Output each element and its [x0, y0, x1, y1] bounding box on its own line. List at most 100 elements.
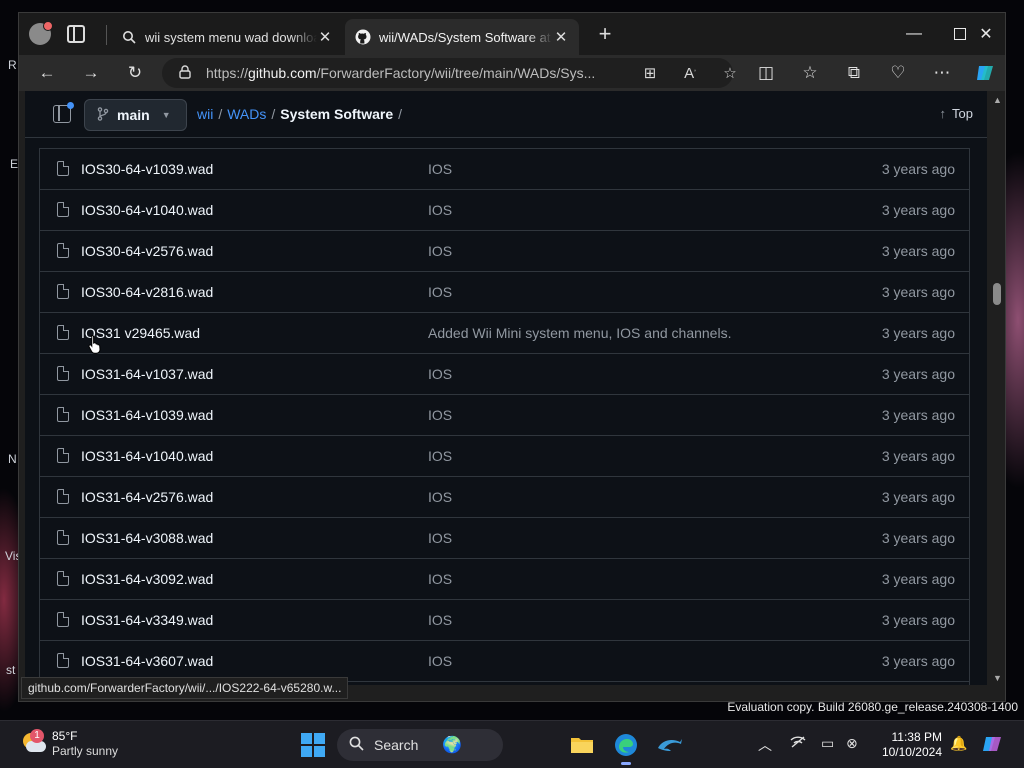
- weather-widget[interactable]: 1 85°F Partly sunny: [20, 729, 118, 759]
- file-name-link[interactable]: IOS31-64-v3092.wad: [81, 571, 213, 587]
- scrollbar-thumb[interactable]: [993, 283, 1001, 305]
- file-row[interactable]: IOS30-64-v2816.wad IOS 3 years ago: [40, 271, 969, 312]
- commit-message-link[interactable]: IOS: [428, 407, 452, 423]
- file-row[interactable]: IOS31 v29465.wad Added Wii Mini system m…: [40, 312, 969, 353]
- desktop-icon-label: N: [8, 452, 17, 466]
- github-icon: [355, 29, 371, 45]
- breadcrumb-link-wads[interactable]: WADs: [227, 106, 266, 122]
- file-row[interactable]: IOS31-64-v1039.wad IOS 3 years ago: [40, 394, 969, 435]
- commit-message-link[interactable]: IOS: [428, 530, 452, 546]
- file-name-link[interactable]: IOS30-64-v1040.wad: [81, 202, 213, 218]
- file-row[interactable]: IOS31-64-v1037.wad IOS 3 years ago: [40, 353, 969, 394]
- close-tab-icon[interactable]: ✕: [317, 28, 333, 46]
- commit-message-link[interactable]: IOS: [428, 612, 452, 628]
- file-name-link[interactable]: IOS30-64-v1039.wad: [81, 161, 213, 177]
- back-icon[interactable]: ←: [33, 59, 61, 87]
- volume-muted-icon[interactable]: ⊗: [846, 735, 858, 752]
- file-row[interactable]: IOS30-64-v2576.wad IOS 3 years ago: [40, 230, 969, 271]
- file-icon: [57, 612, 69, 627]
- file-name-link[interactable]: IOS31-64-v3607.wad: [81, 653, 213, 669]
- commit-message-link[interactable]: IOS: [428, 448, 452, 464]
- chevron-down-icon: ▼: [161, 110, 171, 120]
- minimize-icon[interactable]: —: [891, 21, 937, 47]
- copilot-taskbar-icon[interactable]: [982, 733, 1004, 758]
- url-path: /ForwarderFactory/wii/tree/main/WADs/Sys…: [316, 65, 596, 81]
- commit-age: 3 years ago: [881, 571, 955, 587]
- file-name-link[interactable]: IOS31-64-v2576.wad: [81, 489, 213, 505]
- sidebar-toggle-icon[interactable]: [53, 102, 74, 123]
- tab-github[interactable]: wii/WADs/System Software at ma ✕: [345, 19, 579, 55]
- read-aloud-icon[interactable]: Aʼ: [676, 58, 704, 88]
- commit-message-link[interactable]: IOS: [428, 202, 452, 218]
- file-row[interactable]: IOS30-64-v1040.wad IOS 3 years ago: [40, 189, 969, 230]
- search-icon: [349, 736, 364, 755]
- file-row[interactable]: IOS31-64-v3607.wad IOS 3 years ago: [40, 640, 969, 681]
- commit-message-link[interactable]: IOS: [428, 243, 452, 259]
- clock-date: 10/10/2024: [881, 745, 942, 759]
- collections-icon[interactable]: ⧉: [840, 59, 868, 87]
- file-icon: [57, 448, 69, 463]
- file-name-link[interactable]: IOS31-64-v1039.wad: [81, 407, 213, 423]
- close-tab-icon[interactable]: ✕: [553, 28, 569, 46]
- breadcrumb-link-wii[interactable]: wii: [197, 106, 213, 122]
- commit-message-link[interactable]: Added Wii Mini system menu, IOS and chan…: [428, 325, 731, 341]
- breadcrumb-separator: /: [271, 106, 276, 122]
- back-to-top-button[interactable]: ↑ Top: [940, 106, 973, 121]
- split-screen-icon[interactable]: ◫: [752, 59, 780, 87]
- commit-message-link[interactable]: IOS: [428, 489, 452, 505]
- file-name-link[interactable]: IOS30-64-v2576.wad: [81, 243, 213, 259]
- desktop-icon-label: R: [8, 58, 17, 72]
- commit-age: 3 years ago: [881, 243, 955, 259]
- file-row[interactable]: IOS31-64-v2576.wad IOS 3 years ago: [40, 476, 969, 517]
- commit-message-link[interactable]: IOS: [428, 653, 452, 669]
- system-clock[interactable]: 11:38 PM 10/10/2024: [872, 730, 942, 760]
- display-icon[interactable]: ▭: [821, 735, 834, 752]
- copilot-icon[interactable]: [971, 59, 999, 87]
- file-name-link[interactable]: IOS31-64-v3349.wad: [81, 612, 213, 628]
- browser-essentials-icon[interactable]: ♡: [884, 59, 912, 87]
- file-name-link[interactable]: IOS31-64-v1037.wad: [81, 366, 213, 382]
- file-row[interactable]: IOS30-64-v1039.wad IOS 3 years ago: [40, 148, 969, 189]
- favorite-star-icon[interactable]: ☆: [716, 58, 744, 88]
- file-row[interactable]: IOS31-64-v1040.wad IOS 3 years ago: [40, 435, 969, 476]
- file-row[interactable]: IOS31-64-v3349.wad IOS 3 years ago: [40, 599, 969, 640]
- chevron-up-icon[interactable]: ︿: [758, 735, 772, 755]
- notification-bell-icon[interactable]: 🔔: [950, 735, 967, 752]
- tab-title: wii/WADs/System Software at ma: [379, 29, 553, 45]
- commit-message-link[interactable]: IOS: [428, 366, 452, 382]
- address-bar[interactable]: https://github.com/ForwarderFactory/wii/…: [162, 58, 737, 88]
- dolphin-emulator-icon[interactable]: [656, 731, 684, 759]
- windows-start-icon[interactable]: [301, 733, 325, 757]
- network-icon[interactable]: [790, 735, 806, 752]
- file-name-link[interactable]: IOS31-64-v1040.wad: [81, 448, 213, 464]
- branch-selector-button[interactable]: main ▼: [84, 99, 187, 131]
- file-list: IOS30-64-v1039.wad IOS 3 years ago IOS30…: [39, 148, 970, 685]
- commit-message-link[interactable]: IOS: [428, 571, 452, 587]
- taskbar-search[interactable]: Search 🌍: [337, 729, 503, 761]
- lock-icon[interactable]: [176, 64, 194, 82]
- file-row[interactable]: IOS31-64-v3088.wad IOS 3 years ago: [40, 517, 969, 558]
- evaluation-watermark: Evaluation copy. Build 26080.ge_release.…: [727, 700, 1018, 714]
- new-tab-button[interactable]: +: [594, 23, 616, 45]
- more-options-icon[interactable]: ⋯: [928, 59, 956, 87]
- commit-age: 3 years ago: [881, 653, 955, 669]
- edge-browser-icon[interactable]: [612, 731, 640, 765]
- file-name-link[interactable]: IOS31-64-v3088.wad: [81, 530, 213, 546]
- file-name-link[interactable]: IOS30-64-v2816.wad: [81, 284, 213, 300]
- commit-message-link[interactable]: IOS: [428, 161, 452, 177]
- file-icon: [57, 530, 69, 545]
- file-explorer-icon[interactable]: [568, 731, 596, 759]
- tab-actions-icon[interactable]: [67, 25, 85, 43]
- close-window-icon[interactable]: ✕: [963, 21, 1005, 47]
- app-available-icon[interactable]: ⊞: [636, 58, 664, 88]
- page-scrollbar[interactable]: ▲ ▼: [987, 91, 1005, 685]
- favorites-icon[interactable]: ☆: [796, 59, 824, 87]
- scroll-down-icon[interactable]: ▼: [993, 673, 1002, 683]
- commit-message-link[interactable]: IOS: [428, 284, 452, 300]
- scroll-up-icon[interactable]: ▲: [993, 95, 1002, 105]
- profile-avatar[interactable]: [29, 21, 53, 45]
- file-row[interactable]: IOS31-64-v3092.wad IOS 3 years ago: [40, 558, 969, 599]
- tab-search[interactable]: wii system menu wad download - ✕: [111, 19, 343, 55]
- refresh-icon[interactable]: ↻: [121, 59, 149, 87]
- forward-icon[interactable]: →: [77, 59, 105, 87]
